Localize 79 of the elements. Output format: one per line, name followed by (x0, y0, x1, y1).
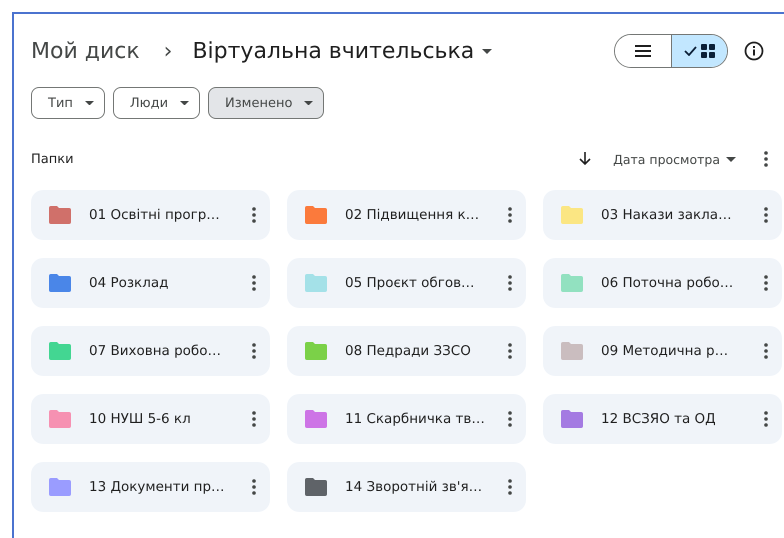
more-icon (252, 411, 256, 427)
folder-card[interactable]: 12 ВСЗЯО та ОД (543, 394, 782, 444)
info-icon (744, 41, 764, 61)
folder-name: 02 Підвищення к… (345, 207, 480, 223)
more-icon (764, 207, 768, 223)
arrow-down-icon (579, 152, 592, 166)
folder-card[interactable]: 11 Скарбничка тв… (287, 394, 526, 444)
folder-card[interactable]: 04 Розклад (31, 258, 270, 308)
folder-card[interactable]: 06 Поточна робо… (543, 258, 782, 308)
more-button[interactable] (764, 343, 768, 359)
folder-card[interactable]: 05 Проєкт обгов… (287, 258, 526, 308)
folder-card[interactable]: 03 Накази закла… (543, 190, 782, 240)
breadcrumb-separator: › (164, 38, 172, 64)
filter-chip[interactable]: Тип (31, 87, 105, 119)
folder-name: 08 Педради ЗЗСО (345, 343, 472, 359)
section-title: Папки (31, 152, 74, 166)
filter-chip[interactable]: Люди (112, 87, 200, 119)
more-button[interactable] (764, 151, 768, 167)
more-icon (508, 479, 512, 495)
more-button[interactable] (252, 411, 256, 427)
folder-name: 14 Зворотній зв'я… (345, 479, 484, 495)
more-icon (252, 343, 256, 359)
more-button[interactable] (508, 343, 512, 359)
folder-card[interactable]: 13 Документи пр… (31, 462, 270, 512)
current-folder-button[interactable]: Віртуальна вчительська (192, 38, 492, 64)
more-button[interactable] (252, 479, 256, 495)
more-icon (508, 275, 512, 291)
folder-name: 12 ВСЗЯО та ОД (601, 411, 717, 427)
caret-icon (180, 100, 190, 106)
more-button[interactable] (764, 411, 768, 427)
more-button[interactable] (508, 479, 512, 495)
folder-name: 04 Розклад (89, 275, 170, 291)
breadcrumb-root[interactable]: Мой диск (31, 38, 140, 64)
folder-card[interactable]: 09 Методична р… (543, 326, 782, 376)
more-button[interactable] (508, 275, 512, 291)
more-button[interactable] (252, 343, 256, 359)
folder-name: 09 Методична р… (601, 343, 730, 359)
folder-name: 10 НУШ 5-6 кл (89, 411, 192, 427)
more-icon (764, 411, 768, 427)
filter-chip[interactable]: Изменено (208, 87, 324, 119)
more-button[interactable] (252, 207, 256, 223)
caret-icon (726, 156, 736, 162)
folder-name: 11 Скарбничка тв… (345, 411, 486, 427)
more-icon (252, 479, 256, 495)
caret-icon (304, 100, 314, 106)
folder-name: 13 Документи пр… (89, 479, 226, 495)
info-button[interactable] (744, 41, 764, 61)
folder-name: 03 Накази закла… (601, 207, 733, 223)
sort-direction-button[interactable] (579, 152, 592, 166)
folder-name: 06 Поточна робо… (601, 275, 734, 291)
caret-icon (84, 100, 94, 106)
folder-name: 05 Проєкт обгов… (345, 275, 476, 291)
folder-card[interactable]: 02 Підвищення к… (287, 190, 526, 240)
folder-card[interactable]: 01 Освітні прогр… (31, 190, 270, 240)
folder-card[interactable]: 10 НУШ 5-6 кл (31, 394, 270, 444)
more-button[interactable] (508, 207, 512, 223)
more-button[interactable] (764, 275, 768, 291)
more-button[interactable] (764, 207, 768, 223)
more-icon (508, 411, 512, 427)
more-icon (764, 275, 768, 291)
check-icon (684, 46, 697, 56)
more-icon (252, 207, 256, 223)
grid-icon (701, 44, 715, 58)
more-button[interactable] (508, 411, 512, 427)
folder-name: 01 Освітні прогр… (89, 207, 221, 223)
more-icon (508, 343, 512, 359)
more-icon (252, 275, 256, 291)
sort-dropdown[interactable]: Дата просмотра (613, 152, 736, 166)
folder-card[interactable]: 14 Зворотній зв'я… (287, 462, 526, 512)
folder-card[interactable]: 07 Виховна робо… (31, 326, 270, 376)
list-icon (635, 45, 651, 57)
more-icon (764, 151, 768, 167)
folder-name: 07 Виховна робо… (89, 343, 222, 359)
grid-view-button[interactable] (671, 35, 727, 67)
more-button[interactable] (252, 275, 256, 291)
more-icon (764, 343, 768, 359)
folder-card[interactable]: 08 Педради ЗЗСО (287, 326, 526, 376)
caret-icon (482, 48, 492, 54)
more-icon (508, 207, 512, 223)
